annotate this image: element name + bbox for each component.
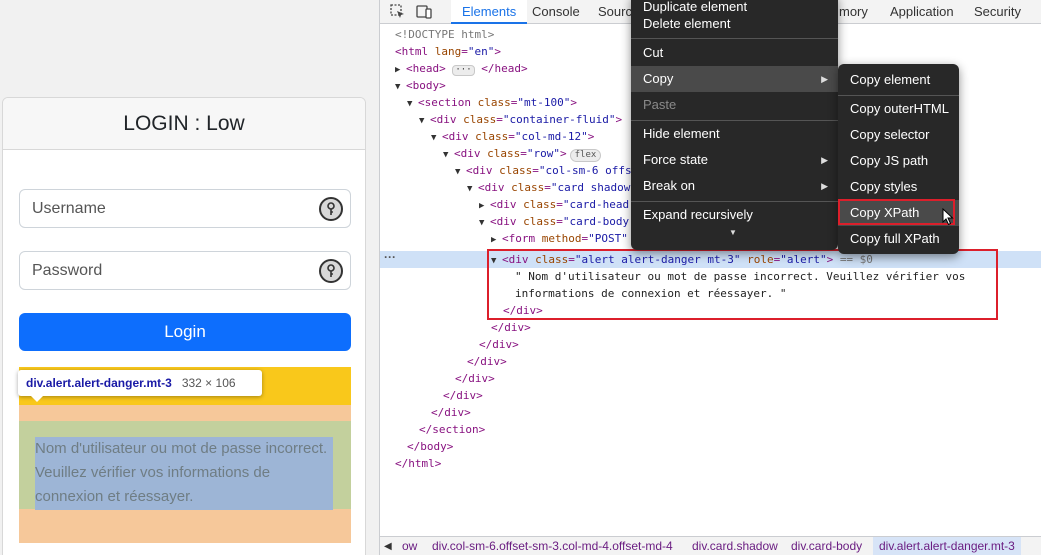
dom-line[interactable]: </div>	[467, 353, 507, 370]
breadcrumb-item[interactable]: div.col-sm-6.offset-sm-3.col-md-4.offset…	[432, 537, 673, 555]
page-viewport: LOGIN : Low Login Nom d'utilisateur ou m…	[0, 0, 379, 555]
menu-item-copy-outerhtml[interactable]: Copy outerHTML	[838, 96, 959, 122]
menu-item-copy-full-xpath[interactable]: Copy full XPath	[838, 226, 959, 252]
dom-line[interactable]: </html>	[395, 455, 441, 472]
dom-line[interactable]: </div>	[431, 404, 471, 421]
menu-item-cut[interactable]: Cut	[631, 40, 838, 66]
dom-line[interactable]: </body>	[407, 438, 453, 455]
login-card: LOGIN : Low Login Nom d'utilisateur ou m…	[2, 97, 366, 555]
password-manager-key-icon[interactable]	[319, 197, 343, 221]
password-input[interactable]	[20, 252, 300, 289]
dom-line[interactable]: <html lang="en">	[395, 43, 501, 60]
menu-separator	[631, 38, 838, 39]
menu-item-force-state-label: Force state	[643, 152, 709, 167]
password-manager-key-icon[interactable]	[319, 259, 343, 283]
flex-badge[interactable]: flex	[569, 149, 602, 162]
tab-security[interactable]: Security	[974, 0, 1021, 24]
more-options-icon[interactable]: ···	[384, 250, 396, 264]
tab-application[interactable]: Application	[890, 0, 954, 24]
login-button[interactable]: Login	[19, 313, 351, 351]
alert-message: Nom d'utilisateur ou mot de passe incorr…	[35, 437, 333, 510]
dom-line[interactable]: ▼ <div class="col-md-12">	[431, 128, 594, 145]
dom-line[interactable]: ▼ <div class="container-fluid">	[419, 111, 622, 128]
dom-line[interactable]: </div>	[455, 370, 495, 387]
menu-item-copy-element[interactable]: Copy element	[838, 67, 959, 93]
menu-item-break-on[interactable]: Break on ▶	[631, 173, 838, 199]
menu-item-break-on-label: Break on	[643, 178, 696, 193]
dom-line[interactable]: ▼ <div class="card shadow	[467, 179, 630, 196]
dom-line[interactable]: ▼ <body>	[395, 77, 446, 94]
breadcrumb-scroll-left-icon[interactable]: ◀	[384, 537, 392, 555]
dom-line[interactable]: ▼ <div class="row"> flex	[443, 145, 602, 162]
element-context-menu: Duplicate element Delete element Cut Cop…	[631, 0, 838, 250]
breadcrumb-item[interactable]: div.card.shadow	[692, 537, 778, 555]
menu-item-hide-element[interactable]: Hide element	[631, 121, 838, 147]
breadcrumb-item[interactable]: ow	[402, 537, 417, 555]
menu-item-delete-element[interactable]: Delete element	[631, 11, 838, 37]
tab-elements[interactable]: Elements	[451, 0, 528, 24]
submenu-arrow-icon: ▶	[821, 74, 828, 84]
dom-line[interactable]: </div>	[491, 319, 531, 336]
annotation-highlight-box	[487, 249, 998, 320]
menu-item-copy[interactable]: Copy ▶	[631, 66, 838, 92]
dom-line[interactable]: ▼ <div class="card-body	[479, 213, 629, 230]
breadcrumb-item-active[interactable]: div.alert.alert-danger.mt-3	[873, 537, 1021, 555]
copy-submenu: Copy element Copy outerHTML Copy selecto…	[838, 64, 959, 254]
dom-line[interactable]: ▼ <section class="mt-100">	[407, 94, 577, 111]
username-field[interactable]	[19, 189, 351, 228]
breadcrumb: ◀ ow div.col-sm-6.offset-sm-3.col-md-4.o…	[380, 536, 1041, 555]
tooltip-size: 332 × 106	[181, 376, 236, 390]
tab-console[interactable]: Console	[532, 0, 580, 24]
card-title: LOGIN : Low	[3, 98, 365, 150]
dom-line[interactable]: ▶ <form method="POST"	[491, 230, 628, 247]
inspect-tooltip: div.alert.alert-danger.mt-3 332 × 106	[18, 370, 262, 402]
submenu-arrow-icon: ▶	[821, 155, 828, 165]
dom-line[interactable]: </section>	[419, 421, 485, 438]
tooltip-selector: div.alert.alert-danger.mt-3	[26, 376, 172, 390]
dom-line[interactable]: </div>	[479, 336, 519, 353]
menu-item-copy-label: Copy	[643, 71, 674, 86]
breadcrumb-item[interactable]: div.card-body	[791, 537, 862, 555]
menu-item-force-state[interactable]: Force state ▶	[631, 147, 838, 173]
menu-item-paste: Paste	[643, 97, 677, 112]
password-field[interactable]	[19, 251, 351, 290]
menu-item-copy-js-path[interactable]: Copy JS path	[838, 148, 959, 174]
dom-line[interactable]: </div>	[443, 387, 483, 404]
menu-item-copy-styles[interactable]: Copy styles	[838, 174, 959, 200]
submenu-arrow-icon: ▶	[821, 181, 828, 191]
menu-item-expand-recursively[interactable]: Expand recursively	[631, 202, 838, 228]
dom-line[interactable]: <!DOCTYPE html>	[395, 26, 494, 43]
scroll-down-chevron-icon[interactable]: ▼	[729, 228, 737, 237]
device-toolbar-icon[interactable]	[415, 3, 433, 21]
username-input[interactable]	[20, 190, 300, 227]
dom-line[interactable]: ▶ <head> ··· </head>	[395, 60, 528, 77]
dom-line[interactable]: ▼ <div class="col-sm-6 offs	[455, 162, 632, 179]
inspect-element-icon[interactable]	[389, 3, 407, 21]
menu-item-copy-selector[interactable]: Copy selector	[838, 122, 959, 148]
annotation-highlight-box	[838, 199, 955, 225]
dom-line[interactable]: ▶ <div class="card-head	[479, 196, 629, 213]
tab-memory[interactable]: mory	[839, 0, 868, 24]
mouse-cursor-icon	[942, 207, 954, 231]
